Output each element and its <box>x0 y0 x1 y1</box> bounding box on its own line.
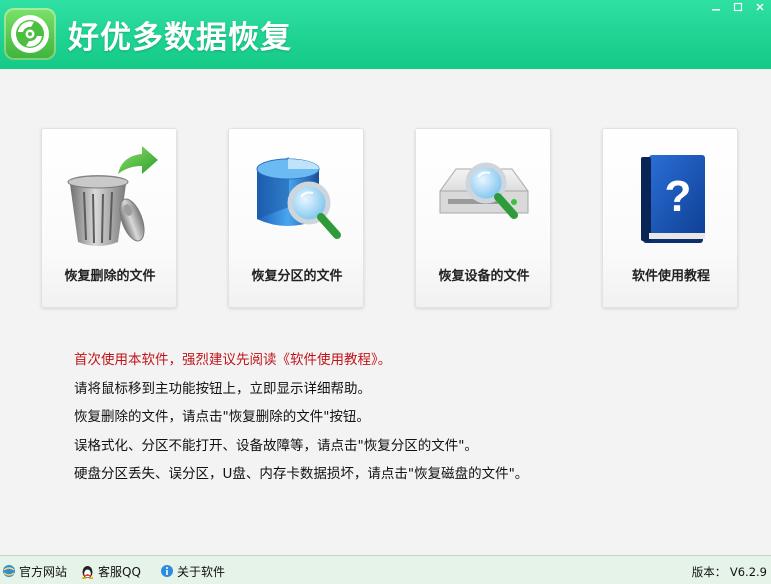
card-label: 软件使用教程 <box>631 269 710 284</box>
restore-deleted-files-button[interactable]: 恢复删除的文件 <box>41 128 177 308</box>
instruction-line: 恢复删除的文件，请点击"恢复删除的文件"按钮。 <box>74 409 370 425</box>
app-logo-icon <box>4 8 56 60</box>
browser-icon <box>3 565 15 577</box>
window-controls <box>705 0 771 14</box>
partition-search-icon <box>256 157 341 239</box>
tutorial-button[interactable]: ? 软件使用教程 <box>602 128 738 308</box>
restore-partition-files-button[interactable]: 恢复分区的文件 <box>228 128 364 308</box>
official-site-link[interactable]: 官方网站 <box>2 562 67 580</box>
card-label: 恢复设备的文件 <box>438 269 530 284</box>
recycle-bin-restore-icon <box>67 146 158 246</box>
restore-device-files-button[interactable]: 恢复设备的文件 <box>415 128 551 308</box>
close-icon <box>756 3 764 11</box>
customer-service-qq-link[interactable]: 客服QQ <box>80 562 141 580</box>
card-label: 恢复删除的文件 <box>64 269 156 284</box>
help-book-icon: ? <box>641 155 705 243</box>
instruction-line: 误格式化、分区不能打开、设备故障等，请点击"恢复分区的文件"。 <box>74 437 478 454</box>
link-label: 关于软件 <box>177 564 226 579</box>
warning-text: 首次使用本软件，强烈建议先阅读《软件使用教程》。 <box>74 352 392 368</box>
maximize-icon <box>733 2 743 12</box>
title-bar: 好优多数据恢复 <box>0 0 771 69</box>
instruction-line: 硬盘分区丢失、误分区，U盘、内存卡数据损坏，请点击"恢复磁盘的文件"。 <box>74 466 529 482</box>
device-search-icon <box>439 162 529 219</box>
maximize-button[interactable] <box>727 0 749 14</box>
close-button[interactable] <box>749 0 771 14</box>
about-software-link[interactable]: 关于软件 <box>160 562 225 580</box>
version-label: 版本： V6.2.9 <box>691 565 767 579</box>
app-title: 好优多数据恢复 <box>68 20 292 56</box>
link-label: 客服QQ <box>98 564 141 579</box>
minimize-icon <box>712 9 720 11</box>
svg-text:?: ? <box>665 172 692 221</box>
qq-penguin-icon <box>81 565 94 579</box>
card-label: 恢复分区的文件 <box>251 269 343 284</box>
instructions: 首次使用本软件，强烈建议先阅读《软件使用教程》。 请将鼠标移到主功能按钮上，立即… <box>74 346 528 489</box>
instruction-line: 请将鼠标移到主功能按钮上，立即显示详细帮助。 <box>74 380 371 397</box>
info-icon <box>161 565 173 577</box>
status-bar: 官方网站 客服QQ 关于软件 版本： V6.2.9 <box>0 555 771 584</box>
minimize-button[interactable] <box>705 0 727 14</box>
link-label: 官方网站 <box>19 564 68 579</box>
